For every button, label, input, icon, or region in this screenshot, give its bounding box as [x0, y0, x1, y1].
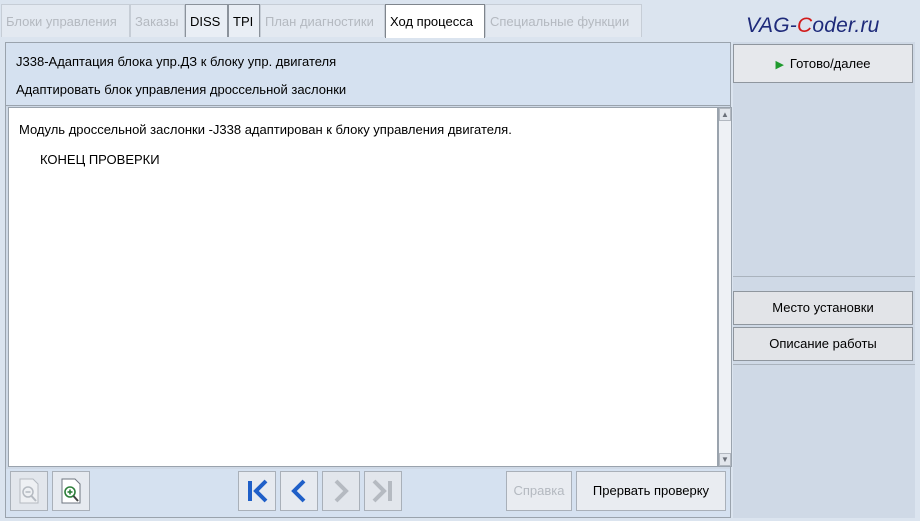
end-of-test-label: КОНЕЦ ПРОВЕРКИ [40, 152, 160, 167]
main-panel: J338-Адаптация блока упр.ДЗ к блоку упр.… [5, 42, 732, 518]
tab-orders[interactable]: Заказы [130, 4, 185, 37]
vag-coder-logo: VAG-Coder.ru [746, 14, 880, 37]
abort-test-button[interactable]: Прервать проверку [576, 471, 726, 511]
vertical-scrollbar[interactable]: ▲ ▼ [718, 107, 732, 467]
play-icon: ▶ [775, 59, 784, 71]
work-description-button[interactable]: Описание работы [733, 327, 913, 361]
chevron-right-icon [334, 479, 349, 503]
side-divider [733, 276, 915, 277]
tab-diss[interactable]: DISS [185, 4, 228, 37]
last-page-button[interactable] [364, 471, 402, 511]
procedure-title: J338-Адаптация блока упр.ДЗ к блоку упр.… [16, 54, 337, 69]
zoom-in-icon [61, 478, 81, 504]
side-panel: ▶ Готово/далее Место установки Описание р… [733, 42, 915, 518]
tab-tpi[interactable]: TPI [228, 4, 260, 37]
tab-diagnostic-plan[interactable]: План диагностики [260, 4, 385, 37]
next-button[interactable] [322, 471, 360, 511]
zoom-out-button[interactable] [10, 471, 48, 511]
tab-control-units[interactable]: Блоки управления [1, 4, 130, 37]
scroll-down-icon[interactable]: ▼ [719, 453, 731, 466]
skip-last-icon [372, 479, 392, 503]
chevron-left-icon [291, 479, 306, 503]
first-page-button[interactable] [238, 471, 276, 511]
done-next-button[interactable]: ▶ Готово/далее [733, 44, 913, 83]
result-message: Модуль дроссельной заслонки -J338 адапти… [19, 122, 512, 137]
bottom-toolbar: Справка Прервать проверку [6, 469, 730, 517]
output-text-area: Модуль дроссельной заслонки -J338 адапти… [8, 107, 718, 467]
zoom-in-button[interactable] [52, 471, 90, 511]
zoom-out-icon [19, 478, 39, 504]
scroll-up-icon[interactable]: ▲ [719, 108, 731, 121]
tab-bar: Блоки управления Заказы DISS TPI План ди… [0, 0, 920, 38]
side-divider-lower [733, 364, 915, 365]
tab-process[interactable]: Ход процесса [385, 4, 485, 38]
done-next-label: Готово/далее [789, 56, 871, 71]
installation-location-button[interactable]: Место установки [733, 291, 913, 325]
tab-special-functions[interactable]: Специальные функции [485, 4, 642, 37]
help-button[interactable]: Справка [506, 471, 572, 511]
procedure-header: J338-Адаптация блока упр.ДЗ к блоку упр.… [6, 43, 730, 106]
previous-button[interactable] [280, 471, 318, 511]
procedure-step: Адаптировать блок управления дроссельной… [16, 82, 347, 97]
skip-first-icon [248, 479, 268, 503]
